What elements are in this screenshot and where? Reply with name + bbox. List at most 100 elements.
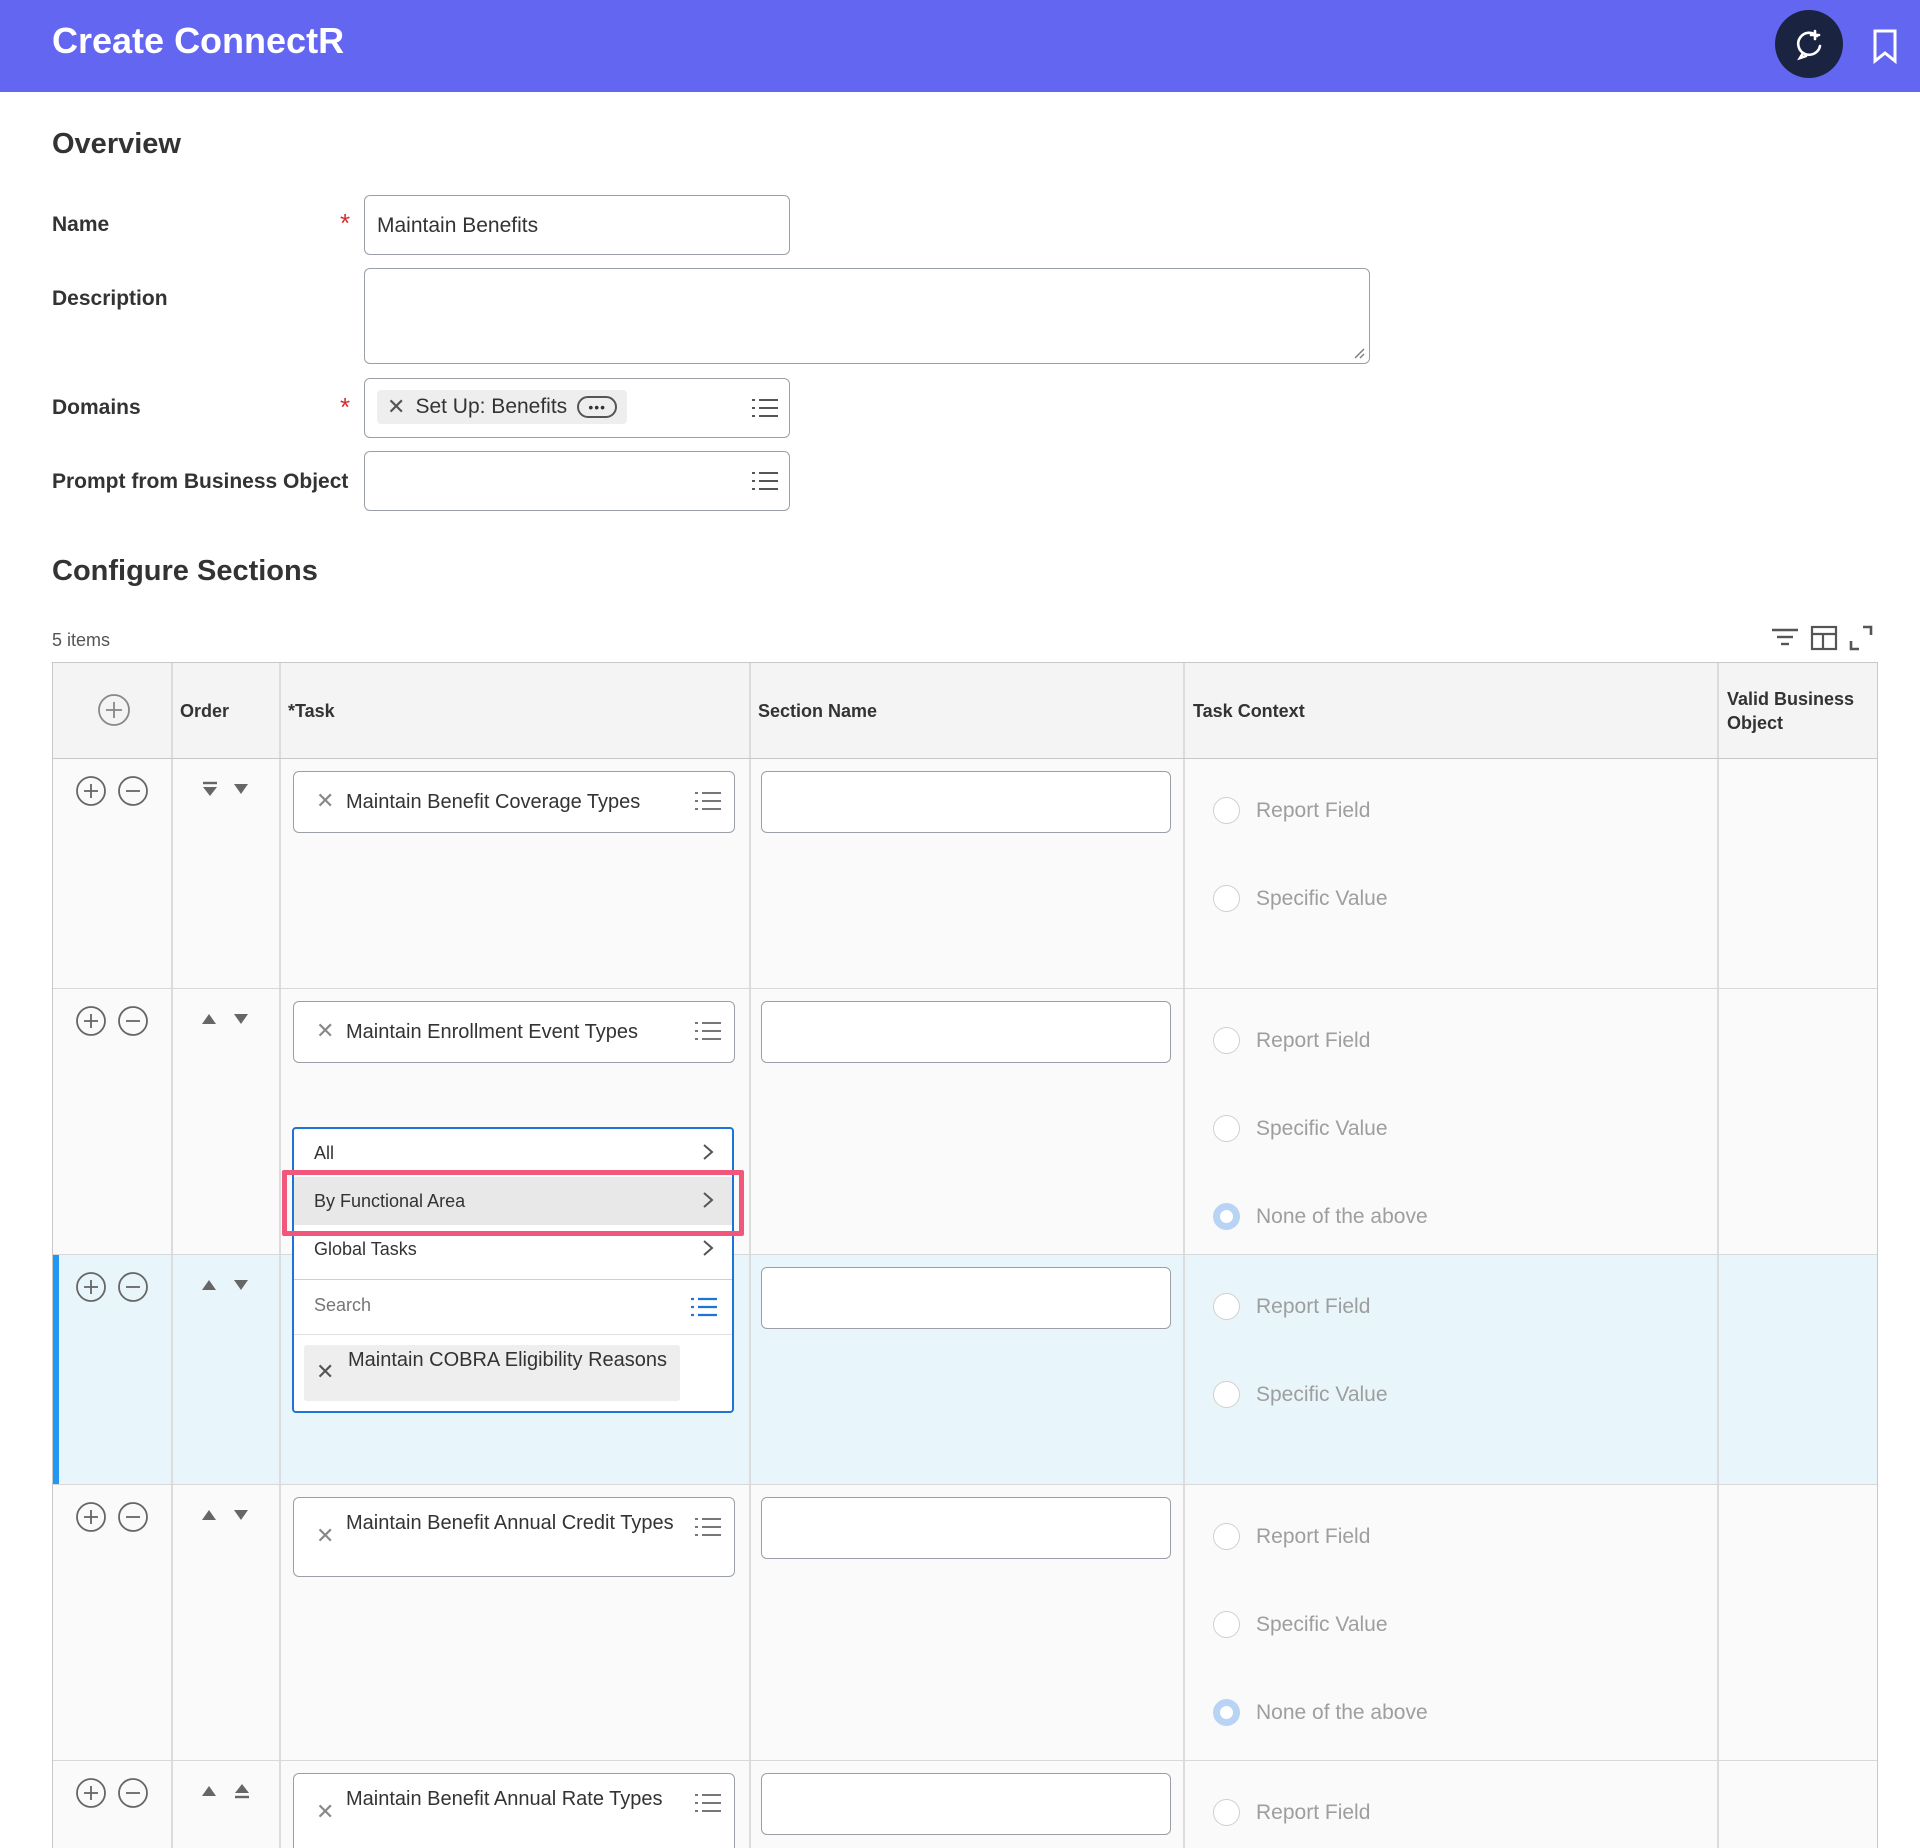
task-field[interactable]: ✕ Maintain Benefit Annual Credit Types [293, 1497, 735, 1577]
description-label: Description [52, 287, 168, 310]
resize-handle-icon[interactable] [1353, 347, 1365, 359]
remove-icon[interactable]: ✕ [316, 1799, 334, 1825]
selected-task-label: Maintain COBRA Eligibility Reasons [348, 1349, 668, 1371]
dropdown-option-all[interactable]: All [294, 1129, 732, 1177]
add-row-icon[interactable] [75, 775, 107, 807]
list-icon[interactable] [751, 470, 779, 492]
move-up-icon[interactable] [201, 1785, 217, 1797]
list-icon[interactable] [690, 1296, 718, 1318]
task-value: Maintain Benefit Annual Rate Types [346, 1788, 663, 1810]
radio-specific-value[interactable]: Specific Value [1213, 1115, 1388, 1142]
remove-row-icon[interactable] [117, 1271, 149, 1303]
column-header-section-name[interactable]: Section Name [758, 701, 877, 722]
filter-icon[interactable] [1770, 624, 1800, 652]
list-icon[interactable] [694, 1792, 722, 1814]
add-row-icon[interactable] [75, 1271, 107, 1303]
column-header-order[interactable]: Order [180, 701, 229, 722]
expand-icon[interactable] [1848, 624, 1874, 652]
task-field[interactable]: ✕ Maintain Benefit Coverage Types [293, 771, 735, 833]
table-row: ✕ Maintain Benefit Annual Credit Types R… [53, 1485, 1877, 1761]
radio-none-of-the-above[interactable]: None of the above [1213, 1203, 1428, 1230]
selected-task-chip[interactable]: ✕ Maintain COBRA Eligibility Reasons [304, 1345, 680, 1401]
remove-row-icon[interactable] [117, 1005, 149, 1037]
table-row: ✕ Maintain Benefit Coverage Types Report… [53, 759, 1877, 989]
list-icon[interactable] [694, 1020, 722, 1042]
remove-row-icon[interactable] [117, 775, 149, 807]
table-header: Order *Task Section Name Task Context Va… [53, 663, 1877, 759]
remove-icon[interactable]: ✕ [316, 1018, 334, 1044]
search-input[interactable] [312, 1294, 652, 1317]
remove-row-icon[interactable] [117, 1777, 149, 1809]
add-row-icon[interactable] [75, 1777, 107, 1809]
name-value: Maintain Benefits [377, 214, 539, 237]
remove-row-icon[interactable] [117, 1501, 149, 1533]
column-header-task[interactable]: *Task [288, 701, 335, 722]
radio-report-field[interactable]: Report Field [1213, 1027, 1370, 1054]
radio-none-of-the-above[interactable]: None of the above [1213, 1699, 1428, 1726]
add-row-icon[interactable] [75, 1501, 107, 1533]
radio-report-field[interactable]: Report Field [1213, 1799, 1370, 1826]
configure-sections-heading: Configure Sections [52, 555, 318, 587]
list-icon[interactable] [694, 1516, 722, 1538]
move-down-icon[interactable] [233, 783, 249, 795]
task-field[interactable]: ✕ Maintain Enrollment Event Types [293, 1001, 735, 1063]
item-count: 5 items [52, 630, 111, 650]
remove-icon[interactable]: ✕ [316, 1359, 334, 1385]
prompt-label: Prompt from Business Object [52, 470, 349, 493]
required-marker: * [340, 208, 351, 238]
section-name-field[interactable] [761, 1267, 1171, 1329]
task-field[interactable]: ✕ Maintain Benefit Annual Rate Types [293, 1773, 735, 1848]
dropdown-option-by-functional-area[interactable]: By Functional Area [294, 1177, 732, 1225]
description-field[interactable] [364, 268, 1370, 364]
move-up-icon[interactable] [201, 1509, 217, 1521]
move-up-icon[interactable] [201, 1013, 217, 1025]
radio-specific-value[interactable]: Specific Value [1213, 1611, 1388, 1638]
ai-assist-icon[interactable] [1775, 10, 1843, 78]
overview-heading: Overview [52, 128, 181, 160]
domain-pill[interactable]: ✕ Set Up: Benefits ••• [377, 390, 628, 424]
move-down-icon[interactable] [233, 1279, 249, 1291]
add-row-icon[interactable] [75, 1005, 107, 1037]
task-prompt-dropdown: All By Functional Area Global Tasks ✕ Ma… [292, 1127, 734, 1413]
top-bar: Create ConnectR [0, 0, 1920, 92]
remove-icon[interactable]: ✕ [316, 1523, 334, 1549]
radio-report-field[interactable]: Report Field [1213, 797, 1370, 824]
radio-report-field[interactable]: Report Field [1213, 1293, 1370, 1320]
column-header-valid-business-object[interactable]: Valid Business Object [1727, 687, 1867, 735]
task-value: Maintain Enrollment Event Types [346, 1021, 639, 1043]
section-name-field[interactable] [761, 1773, 1171, 1835]
move-down-icon[interactable] [233, 1013, 249, 1025]
dropdown-option-global-tasks[interactable]: Global Tasks [294, 1225, 732, 1273]
bookmark-icon[interactable] [1870, 28, 1900, 64]
name-field[interactable]: Maintain Benefits [364, 195, 790, 255]
prompt-field[interactable] [364, 451, 790, 511]
more-options-icon[interactable]: ••• [577, 396, 618, 418]
section-name-field[interactable] [761, 1001, 1171, 1063]
remove-icon[interactable]: ✕ [387, 394, 405, 420]
add-row-icon[interactable] [97, 693, 131, 727]
move-up-icon[interactable] [201, 1279, 217, 1291]
columns-icon[interactable] [1810, 624, 1838, 652]
move-down-icon[interactable] [233, 1509, 249, 1521]
radio-report-field[interactable]: Report Field [1213, 1523, 1370, 1550]
chevron-right-icon [703, 1192, 714, 1208]
task-value: Maintain Benefit Annual Credit Types [346, 1512, 674, 1534]
section-name-field[interactable] [761, 771, 1171, 833]
domains-field[interactable]: ✕ Set Up: Benefits ••• [364, 378, 790, 438]
list-icon[interactable] [694, 790, 722, 812]
name-label: Name [52, 213, 110, 236]
domain-pill-label: Set Up: Benefits [415, 395, 568, 418]
page-title: Create ConnectR [52, 20, 345, 61]
active-row-indicator [53, 1255, 59, 1484]
radio-specific-value[interactable]: Specific Value [1213, 885, 1388, 912]
chevron-right-icon [703, 1240, 714, 1256]
search-bar [294, 1279, 732, 1335]
list-icon[interactable] [751, 397, 779, 419]
section-name-field[interactable] [761, 1497, 1171, 1559]
remove-icon[interactable]: ✕ [316, 788, 334, 814]
move-to-top-icon[interactable] [201, 781, 219, 797]
chevron-right-icon [703, 1144, 714, 1160]
move-to-bottom-icon[interactable] [233, 1783, 251, 1799]
column-header-task-context[interactable]: Task Context [1193, 701, 1305, 722]
radio-specific-value[interactable]: Specific Value [1213, 1381, 1388, 1408]
